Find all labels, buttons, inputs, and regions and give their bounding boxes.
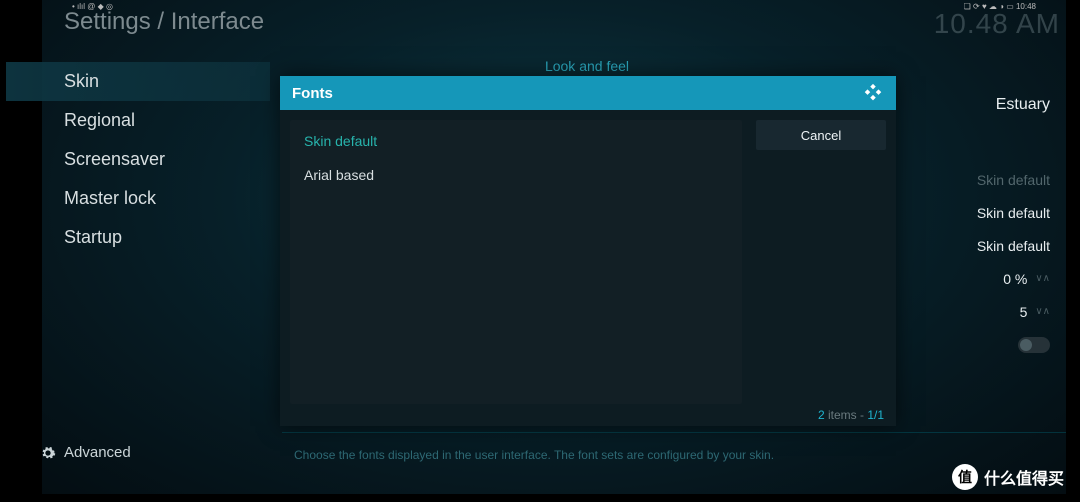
dialog-header: Fonts [280, 76, 896, 110]
watermark: 值 什么值得买 [952, 464, 1064, 490]
toggle-icon[interactable] [1018, 337, 1050, 353]
sidebar-item-regional[interactable]: Regional [6, 101, 270, 140]
watermark-badge-icon: 值 [952, 464, 978, 490]
sidebar-item-startup[interactable]: Startup [6, 218, 270, 257]
spinner-icon[interactable]: ∨∧ [1035, 273, 1050, 284]
font-option-arial-based[interactable]: Arial based [290, 158, 742, 192]
sidebar: Skin Regional Screensaver Master lock St… [6, 62, 270, 257]
font-option-skin-default[interactable]: Skin default [290, 124, 742, 158]
fonts-dialog: Fonts Skin default Arial based Cancel 2 … [280, 76, 896, 426]
sidebar-item-masterlock[interactable]: Master lock [6, 179, 270, 218]
cancel-button[interactable]: Cancel [756, 120, 886, 150]
watermark-text: 什么值得买 [984, 465, 1064, 489]
settings-level-label: Advanced [64, 444, 131, 461]
dialog-title: Fonts [292, 85, 333, 102]
font-option-list: Skin default Arial based [290, 120, 742, 404]
divider [282, 432, 1066, 433]
section-title: Look and feel [282, 58, 892, 74]
gear-icon [40, 445, 56, 461]
kodi-icon [862, 82, 884, 104]
sidebar-item-screensaver[interactable]: Screensaver [6, 140, 270, 179]
dialog-footer: 2 items - 1/1 [818, 408, 884, 422]
help-text: Choose the fonts displayed in the user i… [294, 448, 774, 462]
clock: 10.48 AM [934, 8, 1060, 40]
sidebar-item-skin[interactable]: Skin [6, 62, 270, 101]
breadcrumb: Settings / Interface [64, 8, 264, 36]
spinner-icon[interactable]: ∨∧ [1035, 306, 1050, 317]
settings-level-button[interactable]: Advanced [6, 436, 270, 469]
